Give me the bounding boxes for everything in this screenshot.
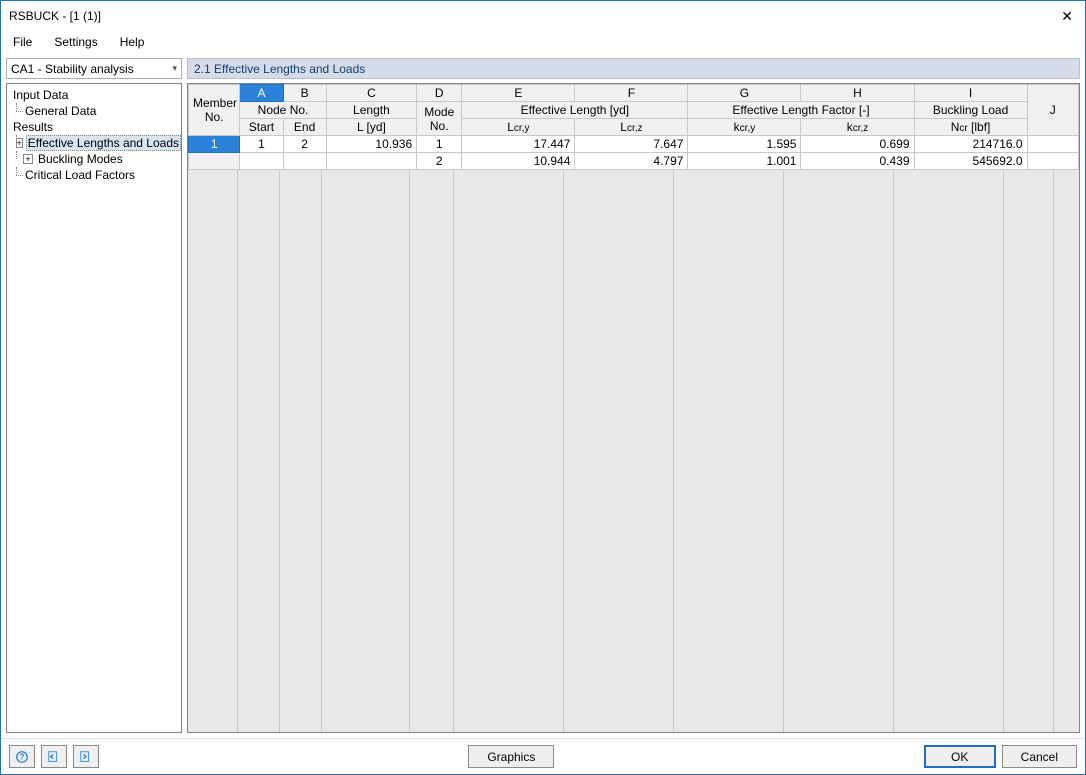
col-eff-len[interactable]: Effective Length [yd] — [462, 102, 688, 119]
col-g[interactable]: G — [688, 85, 801, 102]
tree-critical-load-factors[interactable]: Critical Load Factors — [11, 167, 181, 183]
col-length[interactable]: Length — [326, 102, 416, 119]
col-h[interactable]: H — [801, 85, 914, 102]
cancel-button[interactable]: Cancel — [1002, 745, 1077, 768]
tree-results[interactable]: Results — [11, 119, 181, 135]
table-row[interactable]: 2 10.944 4.797 1.001 0.439 545692.0 — [189, 153, 1079, 170]
tree-effective-lengths[interactable]: + Effective Lengths and Loads — [11, 135, 181, 151]
menu-file[interactable]: File — [9, 33, 36, 51]
col-b[interactable]: B — [283, 85, 326, 102]
ok-button[interactable]: OK — [924, 745, 996, 768]
col-f[interactable]: F — [575, 85, 688, 102]
svg-text:?: ? — [20, 752, 25, 761]
col-c[interactable]: C — [326, 85, 416, 102]
case-dropdown[interactable]: CA1 - Stability analysis ▾ — [6, 58, 182, 79]
table-row[interactable]: 1 1 2 10.936 1 17.447 7.647 1.595 0.699 … — [189, 136, 1079, 153]
prev-button[interactable] — [41, 745, 67, 768]
col-start[interactable]: Start — [240, 119, 283, 136]
graphics-button[interactable]: Graphics — [468, 745, 554, 768]
col-l-yd[interactable]: L [yd] — [326, 119, 416, 136]
col-eff-len-factor[interactable]: Effective Length Factor [-] — [688, 102, 914, 119]
col-d[interactable]: D — [417, 85, 462, 102]
results-grid[interactable]: MemberNo. A B C D E F G H I J Node No. — [187, 83, 1080, 733]
plus-icon[interactable]: + — [16, 138, 23, 148]
col-kcry[interactable]: kcr,y — [688, 119, 801, 136]
navigation-tree: Input Data General Data Results + Effect… — [6, 83, 182, 733]
help-button[interactable]: ? — [9, 745, 35, 768]
next-button[interactable] — [73, 745, 99, 768]
menu-bar: File Settings Help — [1, 31, 1085, 53]
tree-buckling-modes[interactable]: + Buckling Modes — [11, 151, 181, 167]
close-icon[interactable]: ✕ — [1037, 8, 1077, 25]
col-lcry[interactable]: Lcr,y — [462, 119, 575, 136]
col-kcrz[interactable]: kcr,z — [801, 119, 914, 136]
col-mode-no[interactable]: ModeNo. — [417, 102, 462, 136]
plus-icon[interactable]: + — [23, 154, 33, 164]
col-member-no[interactable]: MemberNo. — [189, 85, 240, 136]
col-node-no[interactable]: Node No. — [240, 102, 326, 119]
tree-input-data[interactable]: Input Data — [11, 87, 181, 103]
panel-title: 2.1 Effective Lengths and Loads — [187, 58, 1080, 79]
col-e[interactable]: E — [462, 85, 575, 102]
chevron-down-icon: ▾ — [172, 63, 177, 74]
window-title: RSBUCK - [1 (1)] — [9, 9, 1037, 23]
menu-settings[interactable]: Settings — [50, 33, 101, 51]
tree-general-data[interactable]: General Data — [11, 103, 181, 119]
col-end[interactable]: End — [283, 119, 326, 136]
col-buckling-load[interactable]: Buckling Load — [914, 102, 1027, 119]
col-j[interactable]: J — [1027, 85, 1078, 136]
case-dropdown-value: CA1 - Stability analysis — [11, 62, 172, 76]
col-i[interactable]: I — [914, 85, 1027, 102]
col-a[interactable]: A — [240, 85, 283, 102]
menu-help[interactable]: Help — [116, 33, 149, 51]
col-lcrz[interactable]: Lcr,z — [575, 119, 688, 136]
col-ncr[interactable]: Ncr [lbf] — [914, 119, 1027, 136]
